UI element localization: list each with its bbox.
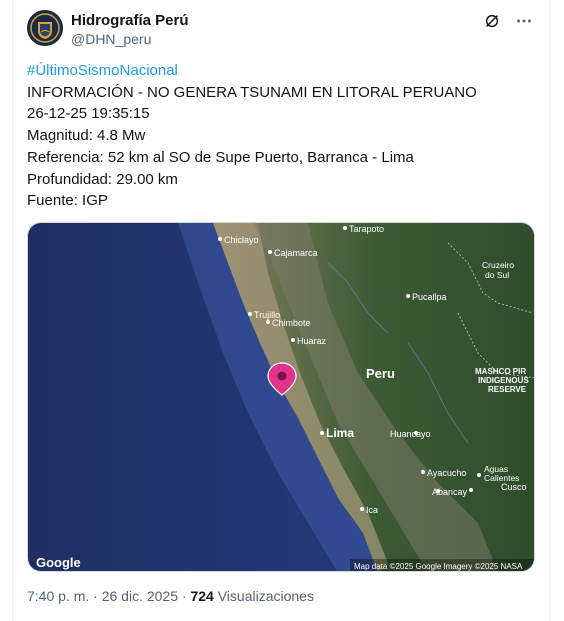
map-label-mashco-l2: INDIGENOUS bbox=[478, 376, 529, 385]
tweet-line-source: Fuente: IGP bbox=[27, 192, 108, 210]
map-label-abancay: Abancay bbox=[432, 487, 468, 497]
google-logo: Google bbox=[36, 555, 81, 570]
map-label-tarapoto: Tarapoto bbox=[349, 224, 384, 234]
account-handle[interactable]: @DHN_peru bbox=[71, 31, 151, 47]
map-label-cusco: Cusco bbox=[501, 482, 527, 492]
map-label-peru: Peru bbox=[366, 366, 395, 381]
tweet-header: Hidrografía Perú @DHN_peru bbox=[27, 10, 539, 50]
avatar[interactable] bbox=[27, 10, 63, 46]
hashtag-link[interactable]: #ÚltimoSismoNacional bbox=[27, 60, 527, 82]
tweet-card: Hidrografía Perú @DHN_peru #ÚltimoSismoN… bbox=[12, 0, 550, 621]
map-label-huancayo: Huancayo bbox=[390, 429, 431, 439]
map-label-chimbote: Chimbote bbox=[272, 318, 311, 328]
map-label-lima: Lima bbox=[326, 426, 354, 440]
tweet-line-info: INFORMACIÓN - NO GENERA TSUNAMI EN LITOR… bbox=[27, 83, 477, 101]
map-label-pucallpa: Pucallpa bbox=[412, 292, 447, 302]
map-label-chiclayo: Chiclayo bbox=[224, 235, 259, 245]
tweet-line-datetime: 26-12-25 19:35:15 bbox=[27, 105, 150, 123]
tweet-line-magnitude: Magnitud: 4.8 Mw bbox=[27, 127, 146, 145]
account-name[interactable]: Hidrografía Perú bbox=[71, 12, 189, 29]
map-attribution: Map data ©2025 Google Imagery ©2025 NASA bbox=[354, 562, 523, 571]
map-label-huaraz: Huaraz bbox=[297, 336, 327, 346]
map-label-cruzeiro-l2: do Sul bbox=[485, 270, 509, 280]
footer-separator-2: · bbox=[178, 588, 191, 604]
views-label: Visualizaciones bbox=[217, 588, 314, 604]
tweet-date[interactable]: 26 dic. 2025 bbox=[102, 588, 178, 604]
map-label-ica: Ica bbox=[366, 505, 378, 515]
map-label-ayacucho: Ayacucho bbox=[427, 468, 466, 478]
tweet-text: #ÚltimoSismoNacional INFORMACIÓN - NO GE… bbox=[27, 60, 527, 212]
map-label-mashco-l3: RESERVE bbox=[488, 385, 527, 394]
tweet-footer: 7:40 p. m. · 26 dic. 2025 · 724 Visualiz… bbox=[27, 588, 314, 604]
header-actions bbox=[483, 12, 533, 30]
tweet-time[interactable]: 7:40 p. m. bbox=[27, 588, 89, 604]
map-label-cajamarca: Cajamarca bbox=[274, 248, 318, 258]
tweet-line-reference: Referencia: 52 km al SO de Supe Puerto, … bbox=[27, 148, 414, 166]
tweet-line-depth: Profundidad: 29.00 km bbox=[27, 170, 178, 188]
map-label-mashco-l1: MASHCO PIR bbox=[475, 367, 526, 376]
map-image[interactable]: Chiclayo Cajamarca Tarapoto Trujillo Cru… bbox=[27, 222, 535, 572]
grok-icon[interactable] bbox=[483, 12, 501, 30]
map-label-cruzeiro-l1: Cruzeiro bbox=[482, 260, 514, 270]
views-count: 724 bbox=[190, 588, 214, 604]
more-options-icon[interactable] bbox=[515, 12, 533, 30]
footer-separator: · bbox=[89, 588, 102, 604]
